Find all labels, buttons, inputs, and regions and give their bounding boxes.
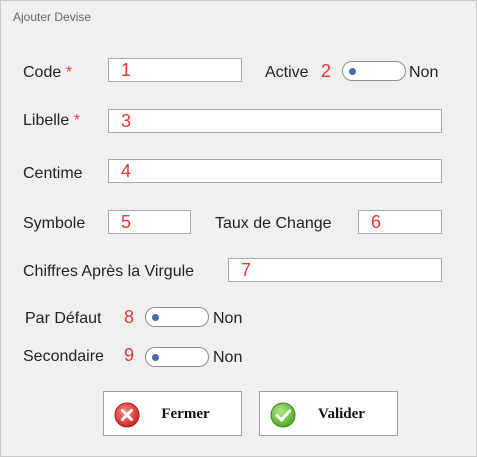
field-number: 3 bbox=[121, 111, 132, 131]
field-number: 9 bbox=[124, 345, 135, 365]
chiffres-input[interactable]: 7 bbox=[228, 258, 442, 282]
code-input[interactable]: 1 bbox=[108, 58, 242, 82]
toggle-knob bbox=[152, 354, 159, 361]
taux-input[interactable]: 6 bbox=[358, 210, 442, 234]
field-number: 5 bbox=[121, 212, 132, 232]
code-label: Code * bbox=[23, 64, 72, 81]
required-mark: * bbox=[65, 64, 72, 81]
active-label: Active bbox=[265, 64, 309, 81]
active-toggle[interactable] bbox=[342, 61, 406, 81]
chiffres-label: Chiffres Après la Virgule bbox=[23, 263, 195, 280]
validate-button[interactable]: Valider bbox=[259, 391, 398, 436]
window-title: Ajouter Devise bbox=[13, 10, 92, 24]
close-button[interactable]: Fermer bbox=[103, 391, 242, 436]
toggle-knob bbox=[152, 314, 159, 321]
field-number: 7 bbox=[241, 260, 252, 280]
secondaire-state-text: Non bbox=[213, 349, 243, 366]
form-panel: Code * 1 Active 2 Non Libelle * 3 Centim… bbox=[1, 33, 476, 456]
toggle-knob bbox=[349, 68, 356, 75]
field-number: 6 bbox=[371, 212, 382, 232]
par-defaut-toggle[interactable] bbox=[145, 307, 209, 327]
par-defaut-label: Par Défaut bbox=[25, 310, 102, 327]
secondaire-toggle[interactable] bbox=[145, 347, 209, 367]
field-number: 2 bbox=[321, 61, 332, 81]
taux-label: Taux de Change bbox=[215, 215, 332, 232]
libelle-input[interactable]: 3 bbox=[108, 109, 442, 133]
symbole-label: Symbole bbox=[23, 215, 86, 232]
centime-label: Centime bbox=[23, 165, 83, 182]
required-mark: * bbox=[73, 112, 80, 129]
field-number: 4 bbox=[121, 161, 132, 181]
title-bar: Ajouter Devise bbox=[1, 1, 476, 33]
centime-input[interactable]: 4 bbox=[108, 159, 442, 183]
validate-button-label: Valider bbox=[318, 406, 365, 422]
active-state-text: Non bbox=[409, 64, 439, 81]
field-number: 1 bbox=[121, 60, 132, 80]
field-number: 8 bbox=[124, 307, 135, 327]
add-currency-dialog: Ajouter Devise Code * 1 Active 2 Non Lib… bbox=[0, 0, 477, 457]
close-button-label: Fermer bbox=[161, 406, 210, 422]
secondaire-label: Secondaire bbox=[23, 348, 104, 365]
libelle-label: Libelle * bbox=[23, 112, 80, 129]
symbole-input[interactable]: 5 bbox=[108, 210, 191, 234]
par-defaut-state-text: Non bbox=[213, 310, 243, 327]
